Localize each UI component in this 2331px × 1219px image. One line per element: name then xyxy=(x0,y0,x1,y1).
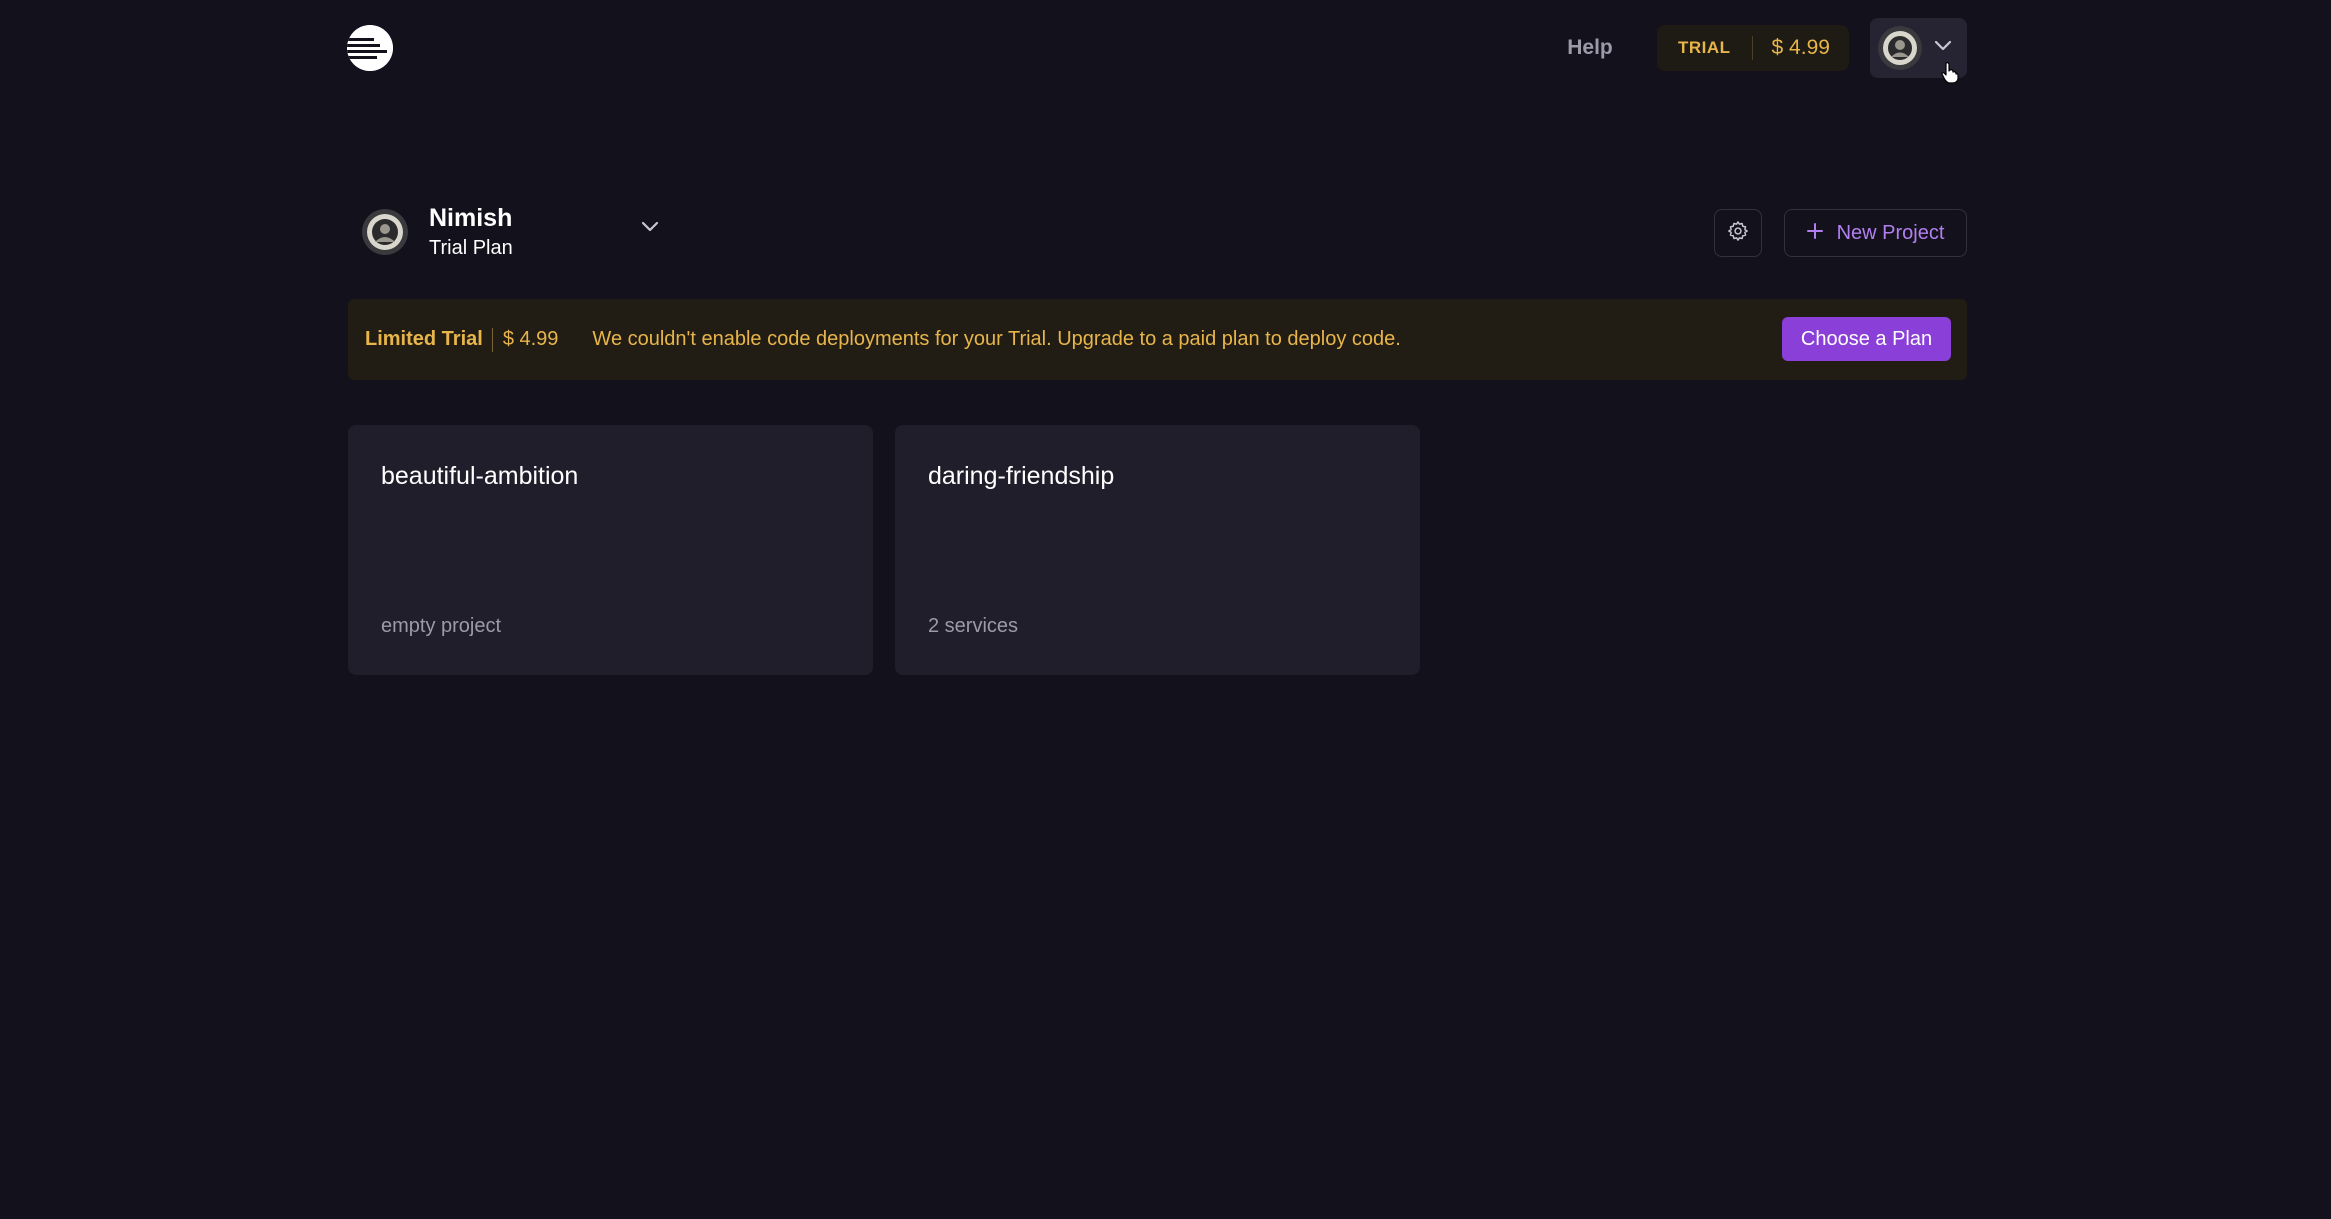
trial-amount: $ 4.99 xyxy=(1771,36,1830,59)
project-subtitle: empty project xyxy=(381,615,502,637)
railway-logo-icon[interactable] xyxy=(347,25,393,71)
top-nav: Help TRIAL $ 4.99 xyxy=(0,0,2331,96)
project-card[interactable]: beautiful-ambition empty project xyxy=(348,425,873,675)
banner-title: Limited Trial xyxy=(365,328,483,350)
banner-divider xyxy=(491,327,493,352)
project-subtitle: 2 services xyxy=(928,615,1019,637)
project-name: daring-friendship xyxy=(928,462,1115,490)
team-name: Nimish xyxy=(429,204,513,232)
chevron-down-icon[interactable] xyxy=(640,220,660,239)
team-plan: Trial Plan xyxy=(429,237,513,259)
user-avatar xyxy=(1878,26,1922,70)
chevron-down-icon xyxy=(1934,39,1952,57)
project-name: beautiful-ambition xyxy=(381,462,579,490)
trial-limit-banner: Limited Trial $ 4.99 We couldn't enable … xyxy=(348,299,1967,380)
team-settings-button[interactable] xyxy=(1714,209,1762,257)
new-project-label: New Project xyxy=(1836,221,1945,244)
banner-message: We couldn't enable code deployments for … xyxy=(592,328,1401,350)
hand-pointer-cursor xyxy=(1940,62,1960,84)
banner-amount: $ 4.99 xyxy=(502,328,559,350)
team-switcher[interactable]: Nimish Trial Plan xyxy=(362,200,670,264)
badge-divider xyxy=(1751,36,1753,60)
team-info: Nimish Trial Plan xyxy=(429,202,513,262)
help-link[interactable]: Help xyxy=(1545,30,1635,66)
trial-credit-badge[interactable]: TRIAL $ 4.99 xyxy=(1657,25,1849,71)
team-avatar xyxy=(362,209,408,255)
project-card[interactable]: daring-friendship 2 services xyxy=(895,425,1420,675)
plus-icon xyxy=(1806,222,1823,245)
gear-icon xyxy=(1727,220,1749,247)
trial-label: TRIAL xyxy=(1678,38,1731,57)
new-project-button[interactable]: New Project xyxy=(1784,209,1967,257)
choose-plan-button[interactable]: Choose a Plan xyxy=(1782,317,1951,361)
